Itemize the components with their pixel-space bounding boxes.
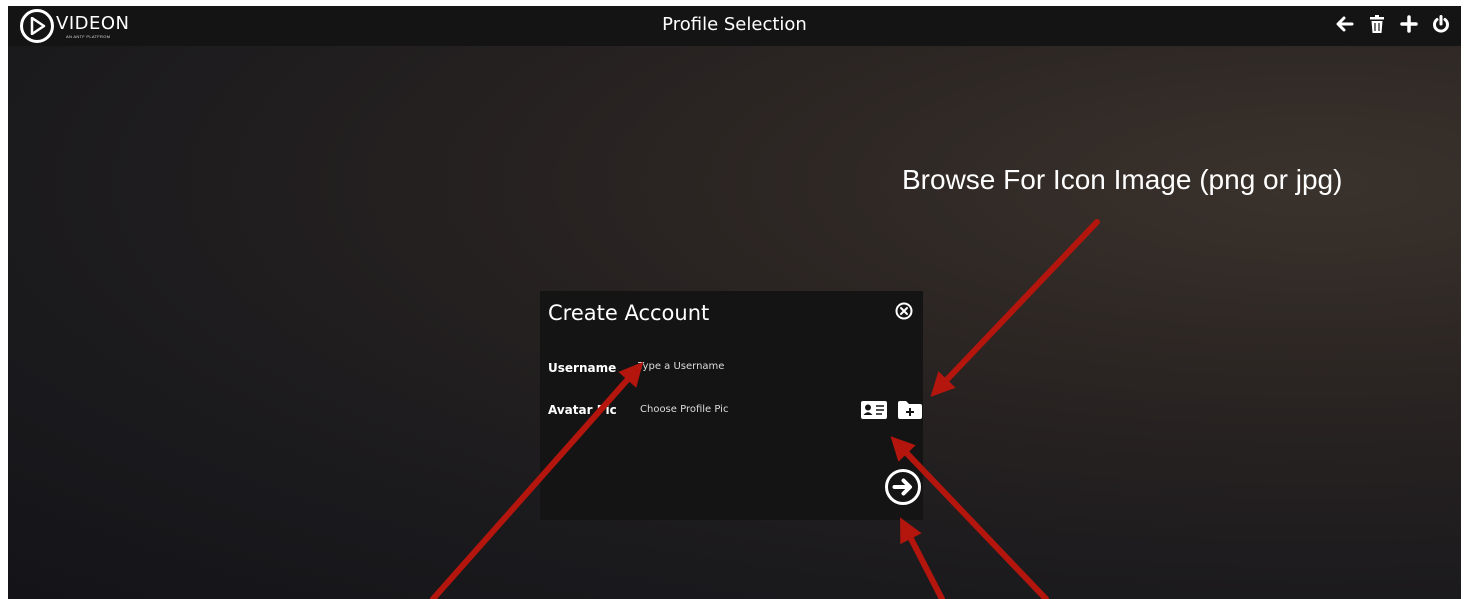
top-bar: VIDEON AN ANTF PLATFROM Profile Selectio…: [8, 6, 1461, 46]
submit-arrow-icon[interactable]: [884, 468, 922, 511]
app-window: VIDEON AN ANTF PLATFROM Profile Selectio…: [8, 6, 1461, 599]
avatar-label: Avatar Pic: [548, 403, 617, 417]
profile-card-icon[interactable]: [860, 400, 888, 425]
back-arrow-icon[interactable]: [1335, 14, 1355, 34]
power-icon[interactable]: [1431, 14, 1451, 34]
close-icon[interactable]: [894, 301, 914, 321]
page-title: Profile Selection: [662, 14, 807, 35]
avatar-placeholder[interactable]: Choose Profile Pic: [640, 404, 728, 415]
username-label: Username: [548, 361, 617, 375]
create-account-dialog: Create Account Username Avatar Pic Choos…: [540, 291, 923, 520]
annotation-note: Browse For Icon Image (png or jpg): [902, 164, 1343, 195]
dialog-title: Create Account: [548, 301, 710, 325]
browse-folder-icon[interactable]: [897, 400, 923, 425]
username-input[interactable]: [638, 361, 818, 372]
trash-icon[interactable]: [1367, 14, 1387, 34]
toolbar: [1335, 14, 1451, 34]
plus-icon[interactable]: [1399, 14, 1419, 34]
